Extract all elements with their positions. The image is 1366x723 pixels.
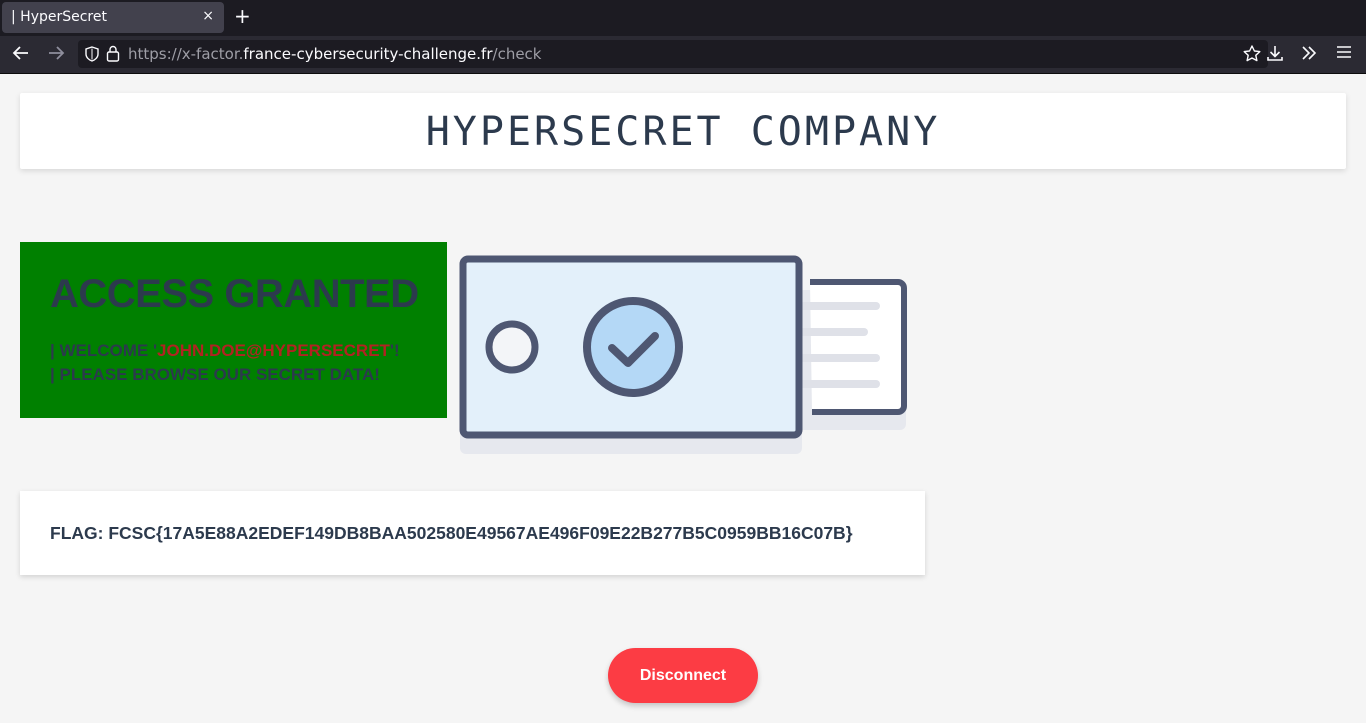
- url-host: france-cybersecurity-challenge.fr: [243, 45, 493, 63]
- access-granted-panel: ACCESS GRANTED: [20, 242, 447, 418]
- tab-hypersecret[interactable]: | HyperSecret ×: [2, 2, 224, 33]
- forward-arrow-icon[interactable]: [47, 44, 65, 67]
- url-bar[interactable]: https://x-factor.france-cybersecurity-ch…: [78, 40, 1268, 68]
- welcome-prefix: | WELCOME ': [50, 341, 158, 360]
- url-prefix: https://x-factor.: [128, 45, 244, 63]
- chevrons-right-icon[interactable]: [1300, 44, 1318, 66]
- browse-line: | PLEASE BROWSE OUR SECRET DATA!: [50, 365, 380, 384]
- url-path: /check: [492, 45, 542, 63]
- access-card-illustration: [458, 250, 910, 464]
- flag-text: FLAG: FCSC{17A5E88A2EDEF149DB8BAA502580E…: [50, 523, 853, 543]
- disconnect-button[interactable]: Disconnect: [608, 648, 758, 703]
- nav-bar: https://x-factor.france-cybersecurity-ch…: [0, 36, 1366, 74]
- tab-title: | HyperSecret: [11, 9, 107, 25]
- welcome-line: | WELCOME 'JOHN.DOE@HYPERSECRET'!: [50, 341, 400, 361]
- download-icon[interactable]: [1266, 44, 1284, 66]
- welcome-suffix: '!: [389, 341, 400, 360]
- shield-icon[interactable]: [84, 46, 100, 66]
- bookmark-star-icon[interactable]: [1242, 44, 1262, 68]
- welcome-email: JOHN.DOE@HYPERSECRET: [157, 341, 390, 360]
- company-title: HYPERSECRET COMPANY: [425, 109, 941, 155]
- new-tab-button[interactable]: +: [234, 4, 251, 28]
- url-text[interactable]: https://x-factor.france-cybersecurity-ch…: [128, 45, 542, 63]
- access-title: ACCESS GRANTED: [50, 272, 419, 316]
- tab-close-icon[interactable]: ×: [202, 8, 214, 24]
- lock-icon[interactable]: [106, 45, 120, 66]
- tab-bar: | HyperSecret × +: [0, 0, 1366, 36]
- page-header-card: HYPERSECRET COMPANY: [20, 93, 1346, 169]
- flag-card: FLAG: FCSC{17A5E88A2EDEF149DB8BAA502580E…: [20, 491, 925, 575]
- hamburger-menu-icon[interactable]: [1336, 44, 1352, 64]
- back-arrow-icon[interactable]: [12, 44, 30, 67]
